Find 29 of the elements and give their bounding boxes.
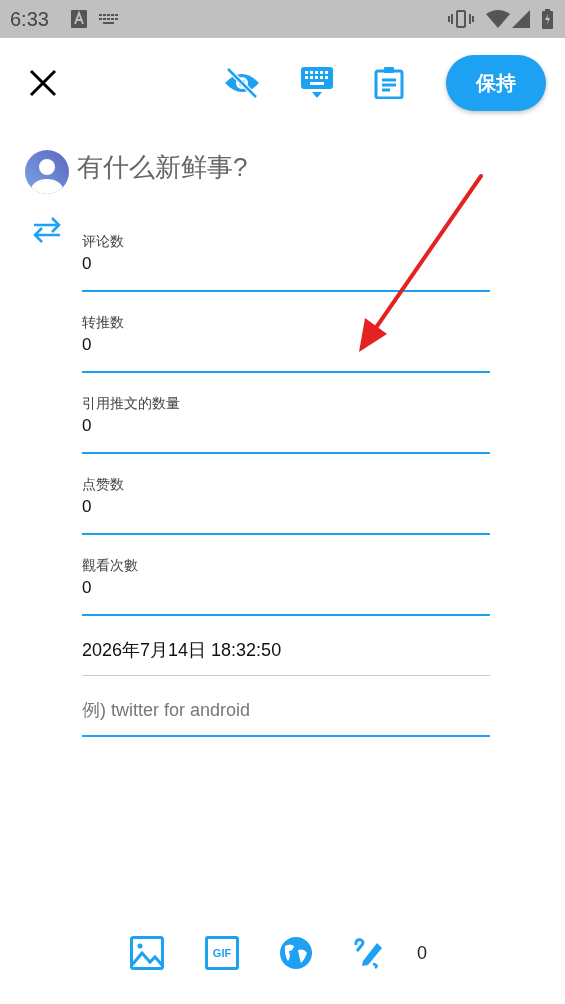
field-label: 引用推文的数量	[82, 395, 181, 411]
clipboard-icon[interactable]	[374, 67, 404, 99]
field-label: 转推数	[82, 314, 125, 330]
close-icon[interactable]	[29, 69, 57, 97]
field-label: 评论数	[82, 233, 125, 249]
keyboard-icon	[98, 14, 119, 24]
pencil-icon[interactable]	[353, 937, 383, 969]
number-field[interactable]: 0	[82, 415, 490, 437]
image-icon[interactable]	[130, 936, 164, 970]
field-label: 觀看次數	[82, 557, 139, 573]
wifi-icon	[486, 10, 510, 28]
field-label: 点赞数	[82, 476, 125, 492]
status-time: 6:33	[10, 7, 49, 31]
number-field[interactable]: 0	[82, 496, 490, 518]
avatar[interactable]	[25, 150, 69, 194]
date-time-field[interactable]: 2026年7月14日 18:32:50	[82, 639, 490, 661]
compose-placeholder[interactable]: 有什么新鲜事?	[77, 150, 490, 184]
character-count: 0	[417, 942, 427, 964]
number-field[interactable]: 0	[82, 334, 490, 356]
battery-icon	[542, 9, 553, 29]
swap-icon[interactable]	[32, 216, 62, 244]
signal-icon	[512, 10, 530, 28]
number-field[interactable]: 0	[82, 577, 490, 599]
text-input-icon	[70, 10, 87, 28]
number-field[interactable]: 0	[82, 253, 490, 275]
vibrate-icon	[448, 10, 474, 28]
keyboard-icon[interactable]	[301, 67, 333, 99]
eye-off-icon[interactable]	[224, 67, 260, 99]
globe-icon[interactable]	[280, 937, 312, 969]
